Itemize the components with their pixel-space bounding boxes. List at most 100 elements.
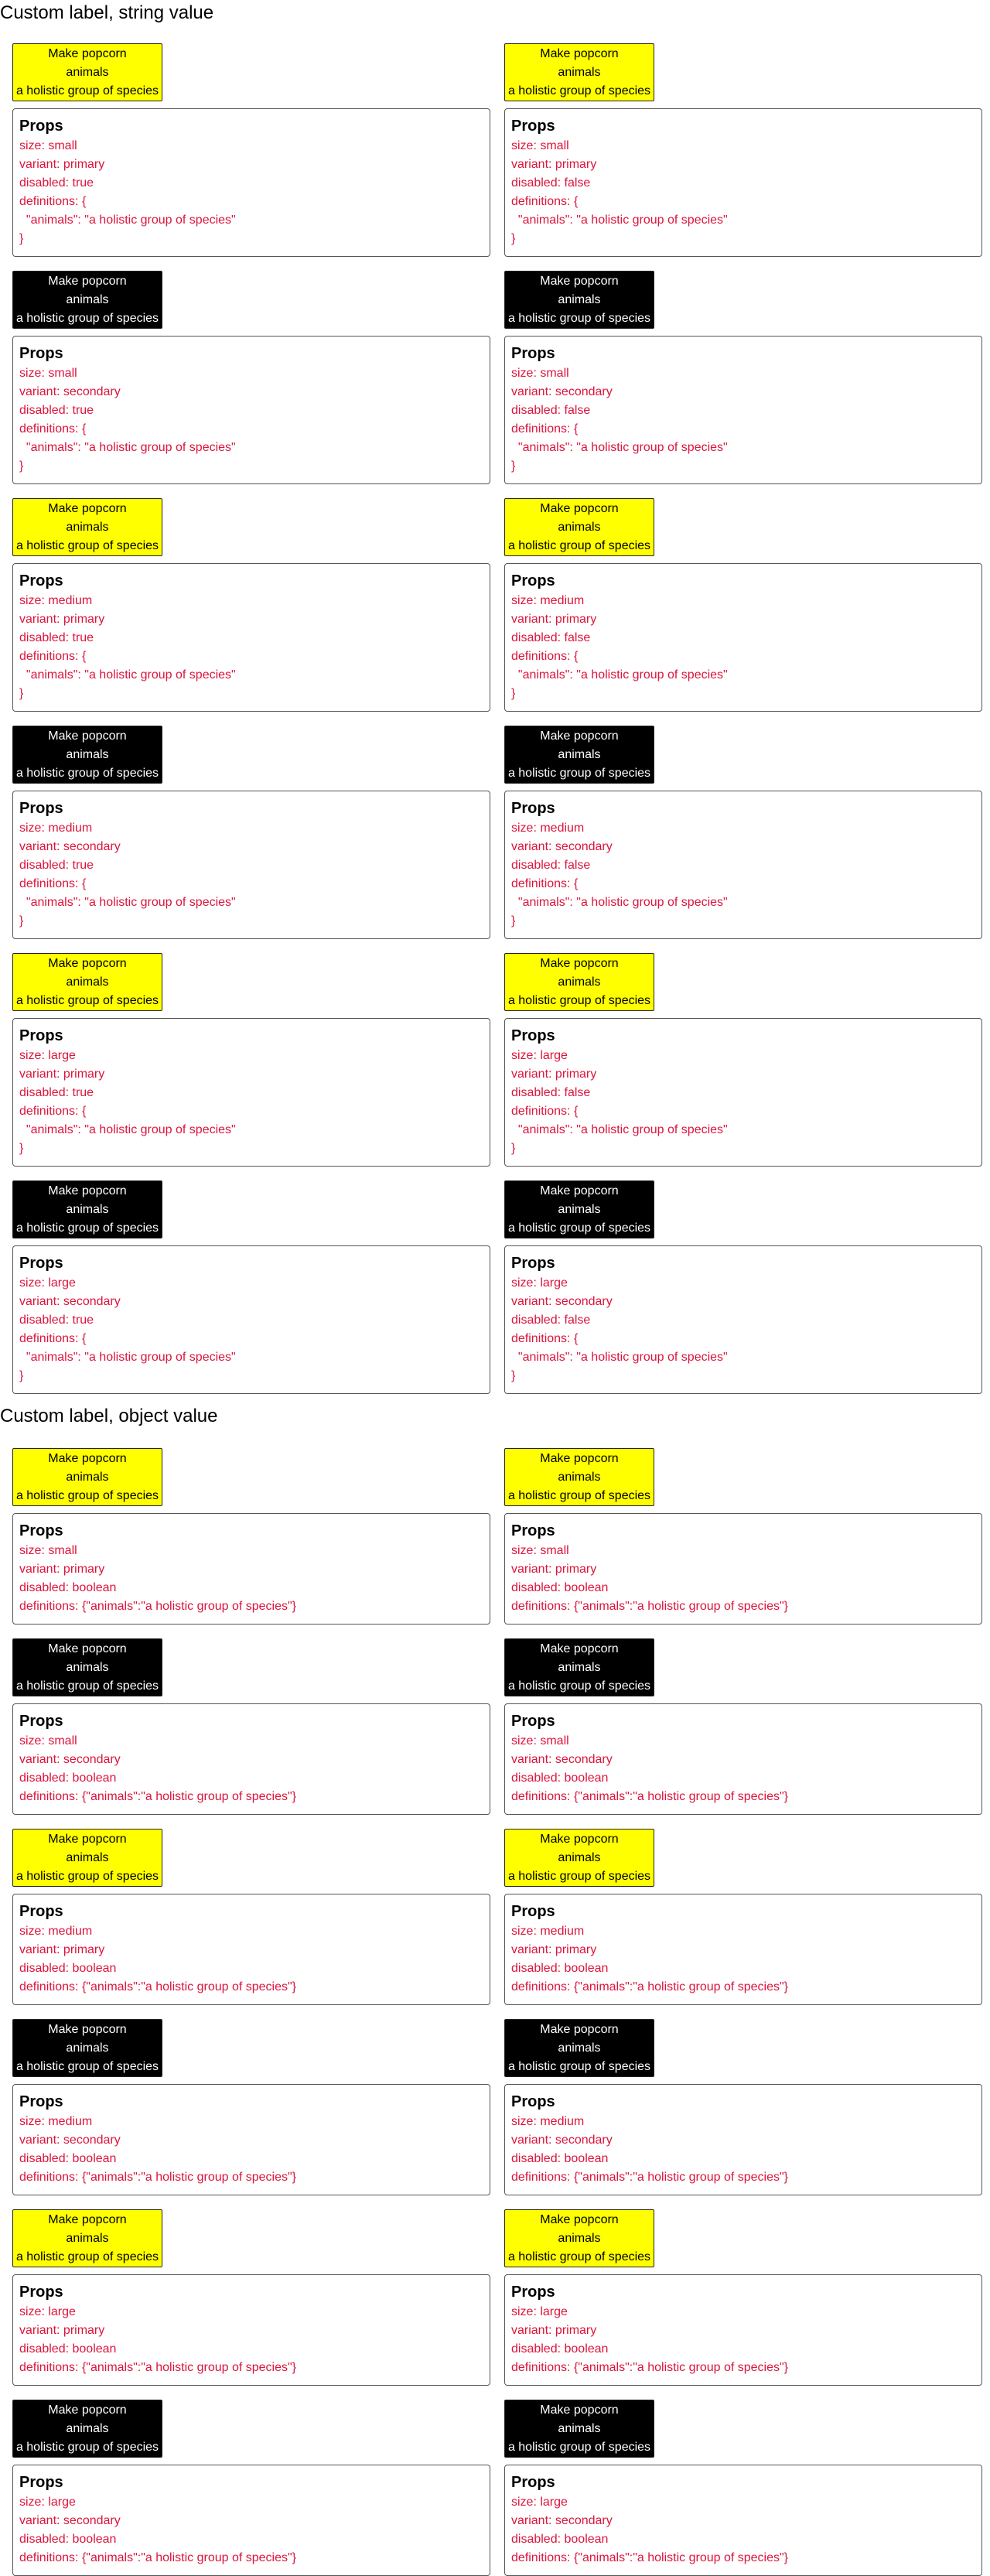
make-popcorn-button[interactable]: Make popcorn animals a holistic group of s…	[504, 726, 654, 784]
button-definition: a holistic group of species	[507, 993, 651, 1007]
prop-line: definitions: {	[19, 1105, 87, 1118]
button-term: animals	[558, 2421, 601, 2435]
props-heading: Props	[511, 2093, 555, 2110]
prop-line: disabled: true	[19, 176, 94, 190]
props-panel: Props size: large variant: primary disabled…	[12, 2274, 490, 2386]
prop-line: variant: primary	[511, 1563, 597, 1576]
prop-line: size: small	[19, 367, 77, 380]
prop-line: size: small	[19, 139, 77, 152]
make-popcorn-button[interactable]: Make popcorn animals a holistic group of s…	[12, 271, 162, 329]
make-popcorn-button[interactable]: Make popcorn animals a holistic group of s…	[504, 1448, 654, 1506]
props-panel: Props size: medium variant: secondary disab…	[504, 791, 982, 939]
make-popcorn-button[interactable]: Make popcorn animals a holistic group of s…	[12, 1448, 162, 1506]
prop-line: size: medium	[511, 594, 585, 607]
prop-line: variant: secondary	[511, 2514, 613, 2527]
props-panel: Props size: large variant: secondary disabl…	[12, 2465, 490, 2576]
button-term: animals	[558, 1470, 601, 1484]
prop-line: disabled: false	[511, 176, 591, 190]
props-heading: Props	[19, 1522, 63, 1539]
button-definition: a holistic group of species	[15, 993, 159, 1007]
make-popcorn-button[interactable]: Make popcorn animals a holistic group of s…	[12, 2400, 162, 2458]
prop-line: disabled: true	[19, 1314, 94, 1327]
button-definition: a holistic group of species	[507, 311, 651, 325]
prop-line: definitions: {	[19, 422, 87, 436]
prop-line: definitions: {"animals":"a holistic grou…	[19, 2171, 297, 2184]
prop-line: disabled: boolean	[511, 2342, 609, 2356]
button-definition: a holistic group of species	[507, 1869, 651, 1883]
make-popcorn-button[interactable]: Make popcorn animals a holistic group of s…	[12, 43, 162, 101]
button-definition: a holistic group of species	[15, 2059, 159, 2073]
props-panel: Props size: small variant: secondary disabl…	[504, 336, 982, 484]
prop-line: definitions: {	[511, 1332, 579, 1345]
button-term: animals	[558, 1660, 601, 1674]
prop-line: variant: secondary	[19, 840, 121, 853]
make-popcorn-button[interactable]: Make popcorn animals a holistic group of s…	[504, 953, 654, 1011]
prop-line: disabled: false	[511, 404, 591, 417]
props-panel: Props size: large variant: primary disabled…	[12, 1018, 490, 1167]
make-popcorn-button[interactable]: Make popcorn animals a holistic group of s…	[504, 498, 654, 556]
button-label: Make popcorn	[48, 501, 127, 515]
props-panel: Props size: medium variant: secondary disab…	[12, 2084, 490, 2195]
prop-line: definitions: {"animals":"a holistic grou…	[511, 2171, 789, 2184]
make-popcorn-button[interactable]: Make popcorn animals a holistic group of s…	[12, 1180, 162, 1238]
make-popcorn-button[interactable]: Make popcorn animals a holistic group of s…	[12, 1638, 162, 1696]
button-definition: a holistic group of species	[507, 538, 651, 552]
button-label: Make popcorn	[540, 2212, 619, 2226]
make-popcorn-button[interactable]: Make popcorn animals a holistic group of s…	[12, 953, 162, 1011]
button-definition: a holistic group of species	[15, 2440, 159, 2454]
button-label: Make popcorn	[48, 274, 127, 288]
make-popcorn-button[interactable]: Make popcorn animals a holistic group of s…	[12, 2209, 162, 2267]
prop-line: definitions: {"animals":"a holistic grou…	[19, 1600, 297, 1613]
make-popcorn-button[interactable]: Make popcorn animals a holistic group of s…	[504, 2400, 654, 2458]
props-panel: Props size: large variant: secondary disabl…	[12, 1245, 490, 1394]
props-panel: Props size: large variant: secondary disabl…	[504, 2465, 982, 2576]
button-definition: a holistic group of species	[507, 1488, 651, 1502]
button-label: Make popcorn	[48, 46, 127, 60]
props-panel: Props size: medium variant: primary disable…	[504, 563, 982, 712]
make-popcorn-button[interactable]: Make popcorn animals a holistic group of s…	[504, 1829, 654, 1887]
props-heading: Props	[19, 118, 63, 135]
button-label: Make popcorn	[48, 729, 127, 743]
button-definition: a holistic group of species	[15, 84, 159, 97]
make-popcorn-button[interactable]: Make popcorn animals a holistic group of s…	[12, 726, 162, 784]
button-term: animals	[66, 1660, 109, 1674]
prop-line: disabled: true	[19, 404, 94, 417]
prop-line: }	[511, 914, 516, 928]
prop-line: disabled: boolean	[511, 1771, 609, 1785]
prop-line: size: medium	[511, 1925, 585, 1938]
prop-line: definitions: {	[511, 650, 579, 663]
prop-line: size: small	[511, 1544, 569, 1557]
make-popcorn-button[interactable]: Make popcorn animals a holistic group of s…	[504, 2019, 654, 2077]
prop-line: disabled: boolean	[511, 1581, 609, 1594]
button-label: Make popcorn	[540, 2403, 619, 2417]
prop-line: "animals": "a holistic group of species"	[511, 896, 728, 909]
make-popcorn-button[interactable]: Make popcorn animals a holistic group of s…	[12, 1829, 162, 1887]
make-popcorn-button[interactable]: Make popcorn animals a holistic group of s…	[12, 498, 162, 556]
prop-line: variant: secondary	[511, 2134, 613, 2147]
button-definition: a holistic group of species	[507, 1679, 651, 1693]
button-definition: a holistic group of species	[15, 538, 159, 552]
make-popcorn-button[interactable]: Make popcorn animals a holistic group of s…	[504, 271, 654, 329]
button-term: animals	[66, 1202, 109, 1216]
prop-line: disabled: boolean	[511, 2533, 609, 2546]
prop-line: size: large	[19, 2305, 76, 2318]
make-popcorn-button[interactable]: Make popcorn animals a holistic group of s…	[12, 2019, 162, 2077]
prop-line: }	[511, 687, 516, 700]
prop-line: variant: primary	[19, 2324, 105, 2337]
prop-line: definitions: {	[19, 877, 87, 890]
make-popcorn-button[interactable]: Make popcorn animals a holistic group of s…	[504, 1180, 654, 1238]
prop-line: size: small	[19, 1544, 77, 1557]
prop-line: definitions: {"animals":"a holistic grou…	[511, 2551, 789, 2564]
button-definition: a holistic group of species	[15, 311, 159, 325]
prop-line: definitions: {"animals":"a holistic grou…	[511, 1600, 789, 1613]
prop-line: size: small	[511, 1734, 569, 1748]
make-popcorn-button[interactable]: Make popcorn animals a holistic group of s…	[504, 1638, 654, 1696]
button-term: animals	[66, 1470, 109, 1484]
props-panel: Props size: large variant: primary disabled…	[504, 1018, 982, 1167]
props-panel: Props size: small variant: primary disabled…	[12, 1513, 490, 1625]
props-heading: Props	[19, 1027, 63, 1044]
prop-line: disabled: boolean	[19, 2152, 117, 2165]
button-term: animals	[66, 2421, 109, 2435]
make-popcorn-button[interactable]: Make popcorn animals a holistic group of s…	[504, 43, 654, 101]
make-popcorn-button[interactable]: Make popcorn animals a holistic group of s…	[504, 2209, 654, 2267]
